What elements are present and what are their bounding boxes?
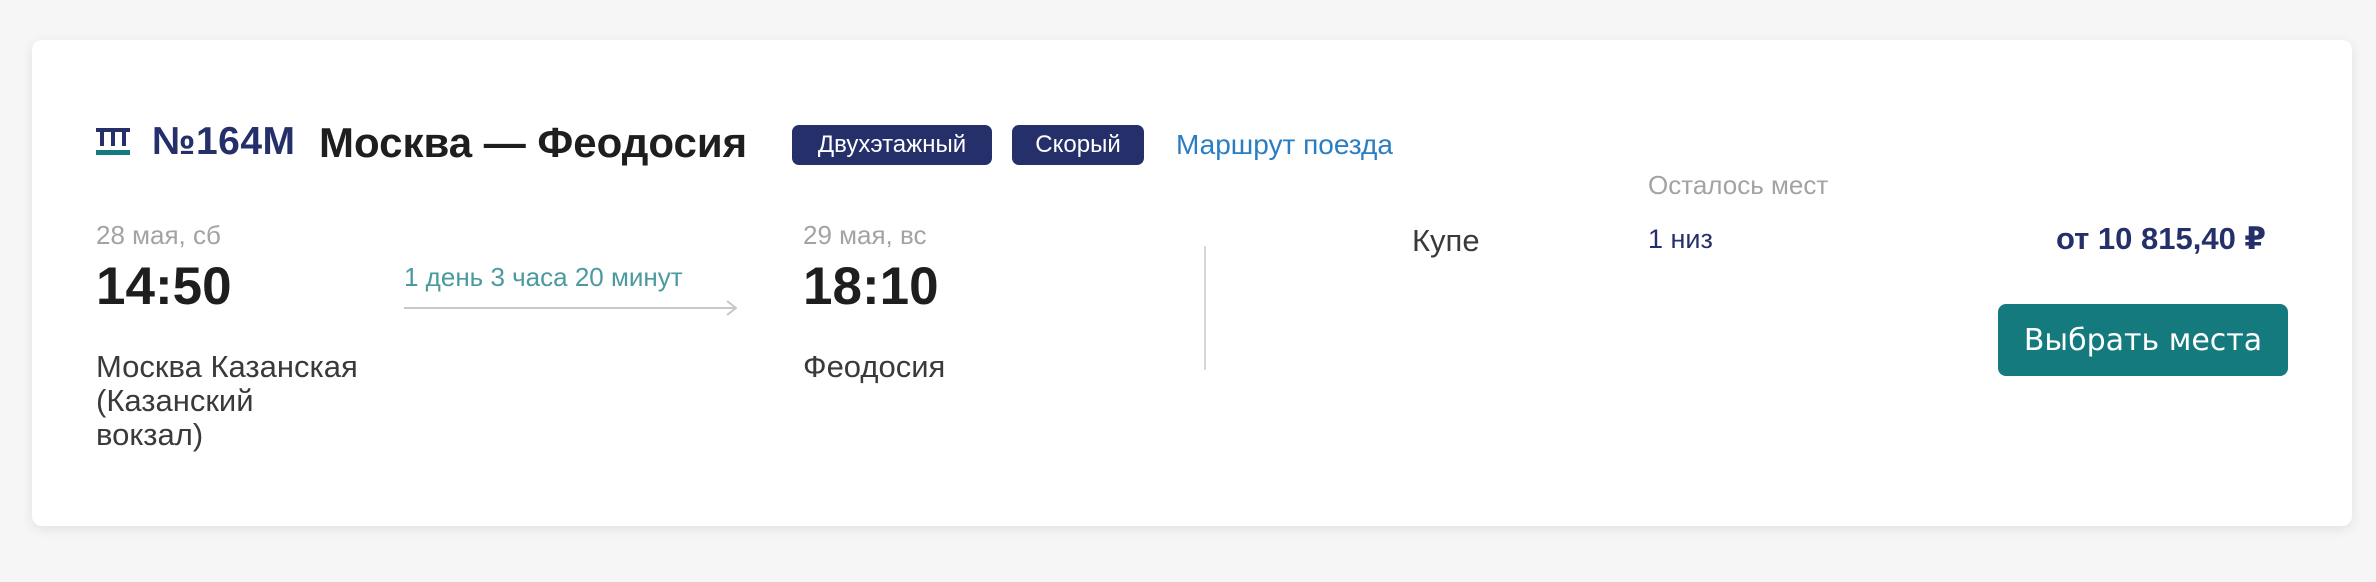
train-route-link[interactable]: Маршрут поезда bbox=[1176, 129, 1393, 161]
seats-left-label: Осталось мест bbox=[1648, 170, 1829, 200]
car-type: Купе bbox=[1412, 223, 1480, 258]
departure-station: Москва Казанская (Казанский вокзал) bbox=[96, 350, 358, 452]
price: от 10 815,40 ₽ bbox=[2055, 221, 2266, 256]
divider bbox=[1204, 246, 1206, 370]
train-number: №164М bbox=[152, 120, 296, 163]
route-title: Москва — Феодосия bbox=[319, 119, 748, 166]
badge-express: Скорый bbox=[1012, 125, 1144, 165]
arrival-date: 29 мая, вс bbox=[803, 220, 927, 250]
departure-date: 28 мая, сб bbox=[96, 220, 221, 250]
train-card: №164М Москва — Феодосия Двухэтажный Скор… bbox=[32, 40, 2352, 526]
travel-duration: 1 день 3 часа 20 минут bbox=[404, 262, 683, 292]
train-icon bbox=[96, 128, 130, 155]
departure-station-line: Москва Казанская bbox=[96, 349, 358, 384]
arrow-right-icon bbox=[404, 300, 738, 316]
badge-double-decker: Двухэтажный bbox=[792, 125, 992, 165]
seats-left-value: 1 низ bbox=[1648, 224, 1713, 254]
departure-station-line: (Казанский bbox=[96, 383, 254, 418]
arrival-station: Феодосия bbox=[803, 349, 946, 384]
departure-time: 14:50 bbox=[96, 257, 232, 316]
arrival-time: 18:10 bbox=[803, 257, 939, 316]
select-seats-button[interactable]: Выбрать места bbox=[1998, 304, 2288, 376]
departure-station-line: вокзал) bbox=[96, 417, 204, 452]
